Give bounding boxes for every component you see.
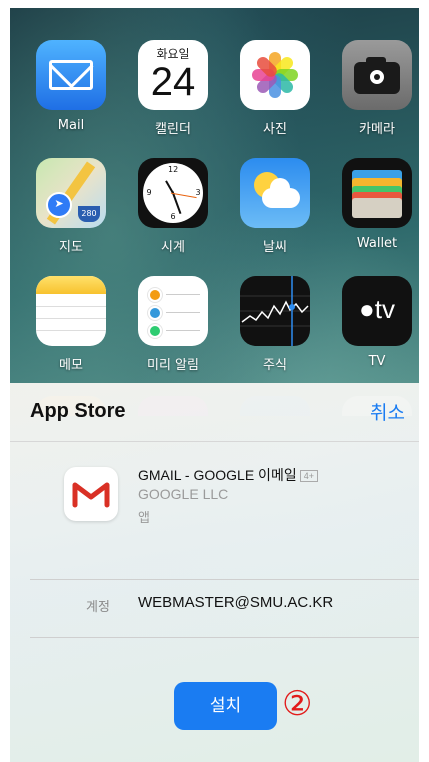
app-maps[interactable]: ➤ 280 지도 bbox=[30, 158, 112, 255]
app-tv[interactable]: ●tv TV bbox=[336, 276, 418, 369]
developer-name: GOOGLE LLC bbox=[138, 486, 229, 502]
app-wallet[interactable]: Wallet bbox=[336, 158, 418, 251]
app-label: 사진 bbox=[263, 122, 287, 137]
age-rating-badge: 4+ bbox=[299, 470, 318, 483]
maps-icon: ➤ 280 bbox=[36, 158, 106, 228]
divider bbox=[30, 637, 419, 638]
reminders-icon bbox=[138, 276, 208, 346]
install-button[interactable]: 설치 bbox=[174, 682, 277, 730]
apple-logo-icon: ● bbox=[359, 294, 375, 324]
app-mail[interactable]: Mail bbox=[30, 40, 112, 133]
app-name-text: GMAIL - GOOGLE 이메일 bbox=[138, 467, 297, 483]
app-calendar[interactable]: 화요일 24 캘린더 bbox=[132, 40, 214, 137]
app-stocks[interactable]: 주식 bbox=[234, 276, 316, 373]
account-value: WEBMASTER@SMU.AC.KR bbox=[138, 594, 334, 611]
notes-icon bbox=[36, 276, 106, 346]
step-marker: ② bbox=[282, 684, 313, 724]
app-label: 시계 bbox=[161, 240, 185, 255]
highway-shield: 280 bbox=[78, 206, 100, 222]
app-label: 미리 알림 bbox=[147, 358, 199, 373]
app-label: 날씨 bbox=[263, 240, 287, 255]
camera-icon bbox=[342, 40, 412, 110]
gmail-icon bbox=[64, 467, 118, 521]
app-name: GMAIL - GOOGLE 이메일 4+ bbox=[138, 465, 318, 485]
app-label: 캘린더 bbox=[155, 122, 191, 137]
app-kind: 앱 bbox=[138, 511, 150, 526]
clock-icon: 12 3 6 9 bbox=[138, 158, 208, 228]
stocks-icon bbox=[240, 276, 310, 346]
account-label: 계정 bbox=[86, 600, 110, 615]
mail-icon bbox=[36, 40, 106, 110]
phone-screen: Mail 화요일 24 캘린더 사진 카메라 ➤ 280 지도 12 3 6 9… bbox=[10, 8, 419, 762]
app-label: Wallet bbox=[356, 236, 398, 251]
photos-icon bbox=[240, 40, 310, 110]
tv-glyph: tv bbox=[374, 294, 395, 324]
wallet-icon bbox=[342, 158, 412, 228]
app-camera[interactable]: 카메라 bbox=[336, 40, 418, 137]
sheet-title: App Store bbox=[30, 400, 126, 422]
app-label: 메모 bbox=[59, 358, 83, 373]
app-store-sheet: App Store 취소 GMAIL - GOOGLE 이메일 4+ GOOGLE… bbox=[10, 383, 419, 762]
app-label: 주식 bbox=[263, 358, 287, 373]
app-photos[interactable]: 사진 bbox=[234, 40, 316, 137]
app-label: 카메라 bbox=[359, 122, 395, 137]
calendar-icon: 화요일 24 bbox=[138, 40, 208, 110]
app-weather[interactable]: 날씨 bbox=[234, 158, 316, 255]
app-label: 지도 bbox=[59, 240, 83, 255]
app-notes[interactable]: 메모 bbox=[30, 276, 112, 373]
app-reminders[interactable]: 미리 알림 bbox=[132, 276, 214, 373]
calendar-date: 24 bbox=[150, 60, 196, 104]
tv-icon: ●tv bbox=[342, 276, 412, 346]
divider bbox=[30, 579, 419, 580]
app-clock[interactable]: 12 3 6 9 시계 bbox=[132, 158, 214, 255]
weather-icon bbox=[240, 158, 310, 228]
app-label: TV bbox=[368, 354, 386, 369]
app-label: Mail bbox=[57, 118, 85, 133]
sheet-header: App Store 취소 bbox=[10, 383, 419, 442]
cancel-button[interactable]: 취소 bbox=[370, 398, 405, 425]
